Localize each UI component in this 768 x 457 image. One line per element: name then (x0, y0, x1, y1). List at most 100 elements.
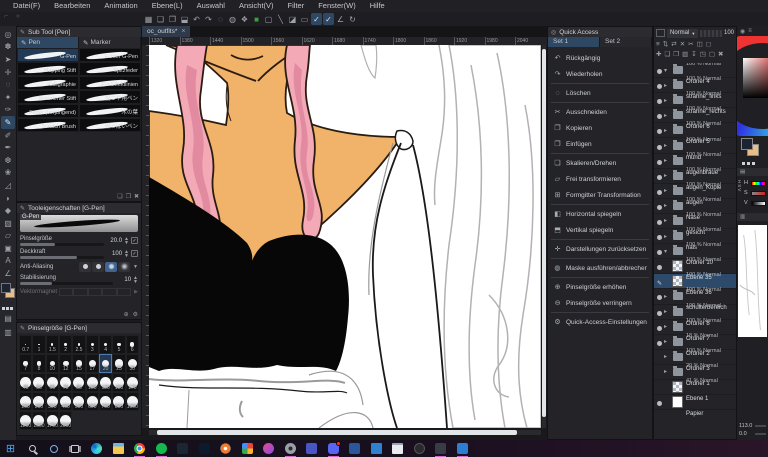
taskbar-icon[interactable] (391, 442, 404, 455)
menu-item[interactable]: Bearbeiten (47, 0, 97, 12)
command-icon[interactable]: ◪ (287, 13, 298, 25)
brush-size-cell[interactable]: 1200 (19, 411, 33, 430)
command-icon[interactable]: ╲ (275, 13, 286, 25)
layer-expand-arrow[interactable]: ▸ (664, 368, 671, 375)
brush-size-cell[interactable]: 8 (32, 354, 46, 373)
layer-expand-arrow[interactable]: ▸ (664, 142, 671, 149)
layer-thumbnail[interactable] (672, 381, 683, 394)
layer-action-icon[interactable]: ✂ (688, 40, 693, 48)
quick-access-item[interactable]: ▱ Frei transformieren (548, 171, 652, 187)
quick-access-item[interactable]: ❒ Einfügen (548, 136, 652, 152)
brush-size-cell[interactable]: 3 (85, 335, 99, 354)
brush-size-cell[interactable]: 25 (112, 354, 126, 373)
tool-button[interactable]: ➤ (1, 53, 15, 66)
brush-size-cell[interactable]: 400 (58, 392, 73, 411)
quick-access-item[interactable]: ◍ Maske ausführen/abbrechen (548, 260, 652, 276)
taskbar-icon[interactable] (348, 442, 361, 455)
stabilization-stepper[interactable]: ▲ ▼ (133, 275, 138, 284)
tool-button[interactable]: ✛ (1, 66, 15, 79)
layer-visibility-eye-icon[interactable] (657, 189, 662, 195)
brush-size-cell[interactable]: 200 (19, 392, 33, 411)
sub-tool-footer-icon[interactable]: ❏ (117, 193, 122, 200)
tool-button[interactable]: ❀ (1, 167, 15, 180)
taskbar-icon[interactable] (456, 442, 469, 457)
layer-thumbnail[interactable] (672, 199, 683, 210)
taskbar-icon[interactable] (434, 442, 447, 457)
layer-visibility-eye-icon[interactable] (657, 325, 662, 331)
brush-size-cell[interactable]: 15 (72, 354, 86, 373)
brush-size-cell[interactable]: 2000 (58, 411, 73, 430)
taskbar-icon[interactable] (198, 442, 211, 455)
brush-item[interactable]: Mapping Stift (17, 62, 79, 76)
layer-thumbnail[interactable] (672, 184, 683, 195)
color-wheel[interactable] (737, 36, 768, 136)
layer-visibility-eye-icon[interactable] (657, 219, 662, 225)
brush-item[interactable]: G-Pen (17, 48, 79, 62)
layer-thumbnail[interactable] (672, 275, 683, 288)
color-swatches[interactable] (1, 282, 15, 305)
brush-size-cell[interactable]: 17 (85, 354, 99, 373)
brush-size-cell[interactable]: 0.7 (19, 335, 33, 354)
brush-size-cell[interactable]: 300 (45, 392, 59, 411)
layer-thumbnail[interactable] (672, 64, 683, 75)
tool-strip-extra-icon[interactable]: ▥ (1, 326, 15, 339)
horizontal-scrollbar-thumb[interactable] (156, 430, 518, 435)
taskbar-icon[interactable] (90, 442, 103, 455)
tool-button[interactable]: A (1, 255, 15, 268)
taskbar-icon[interactable] (155, 442, 168, 457)
brush-size-cell[interactable]: 1500 (32, 411, 46, 430)
command-icon[interactable]: ■ (251, 13, 262, 25)
brush-size-cell[interactable]: 70 (58, 373, 73, 392)
layer-thumbnail[interactable] (672, 214, 683, 225)
foreground-color-swatch[interactable] (741, 138, 753, 150)
tool-button[interactable]: ▣ (1, 242, 15, 255)
taskbar-icon[interactable] (413, 442, 426, 455)
sub-tool-tab[interactable]: ✎ Marker (79, 37, 141, 48)
layer-expand-arrow[interactable]: ▸ (664, 82, 671, 89)
command-icon[interactable]: ❏ (155, 13, 166, 25)
menu-item[interactable]: Ansicht(V) (232, 0, 281, 12)
tool-button[interactable]: ✐ (1, 129, 15, 142)
brush-size-cell[interactable]: 30 (125, 354, 139, 373)
layer-visibility-eye-icon[interactable] (657, 144, 662, 150)
brush-size-cell[interactable]: 2 (58, 335, 73, 354)
layer-expand-arrow[interactable]: ▸ (664, 202, 671, 209)
layer-thumbnail[interactable] (672, 139, 683, 150)
brush-item[interactable]: 髪つや用ペン (79, 90, 141, 104)
layer-action-icon[interactable]: ❏ (664, 50, 670, 58)
layer-thumbnail[interactable] (672, 230, 683, 241)
aa-weak-button[interactable] (92, 261, 105, 272)
foreground-color-swatch[interactable] (1, 282, 11, 293)
brush-size-cell[interactable]: 1.5 (45, 335, 59, 354)
brush-size-dynamics-button[interactable]: ✓ (131, 237, 138, 244)
layer-expand-arrow[interactable]: ▸ (664, 187, 671, 194)
menu-item[interactable]: Animation (97, 0, 144, 12)
brush-item[interactable]: Für Effektlinien (79, 76, 141, 90)
quick-access-item[interactable]: ✂ Ausschneiden (548, 104, 652, 120)
tool-button[interactable]: ✽ (1, 41, 15, 54)
layer-name[interactable]: Papier (686, 411, 703, 417)
layer-action-icon[interactable]: ◳ (700, 50, 706, 58)
saturation-slider[interactable] (751, 190, 766, 196)
layer-action-icon[interactable]: ✚ (656, 50, 661, 58)
brush-size-cell[interactable]: 4 (98, 335, 113, 354)
hsv-side-tab[interactable]: HSV (737, 180, 742, 192)
layer-visibility-eye-icon[interactable] (657, 99, 662, 105)
layer-visibility-eye-icon[interactable] (657, 265, 662, 271)
brush-size-cell[interactable]: 60 (45, 373, 59, 392)
quick-access-item[interactable]: ❐ Kopieren (548, 120, 652, 136)
menu-item[interactable]: Filter (281, 0, 312, 12)
brush-item[interactable]: Scratch Brush (17, 118, 79, 132)
layer-expand-arrow[interactable]: ▸ (664, 353, 671, 360)
command-icon[interactable]: ⬓ (179, 13, 190, 25)
layer-visibility-eye-icon[interactable] (657, 159, 662, 165)
layer-thumbnail[interactable] (672, 396, 683, 409)
chevron-right-icon[interactable]: ▶ (134, 289, 138, 295)
workspace-toggle-icons[interactable]: ⌐ « (4, 13, 23, 20)
taskbar-icon[interactable] (327, 441, 341, 457)
command-icon[interactable]: ◍ (227, 13, 238, 25)
taskbar-icon[interactable] (26, 442, 39, 455)
layer-expand-arrow[interactable]: ▸ (664, 112, 671, 119)
value-slider[interactable] (751, 200, 766, 206)
swatch-mode-dots[interactable] (737, 162, 768, 165)
